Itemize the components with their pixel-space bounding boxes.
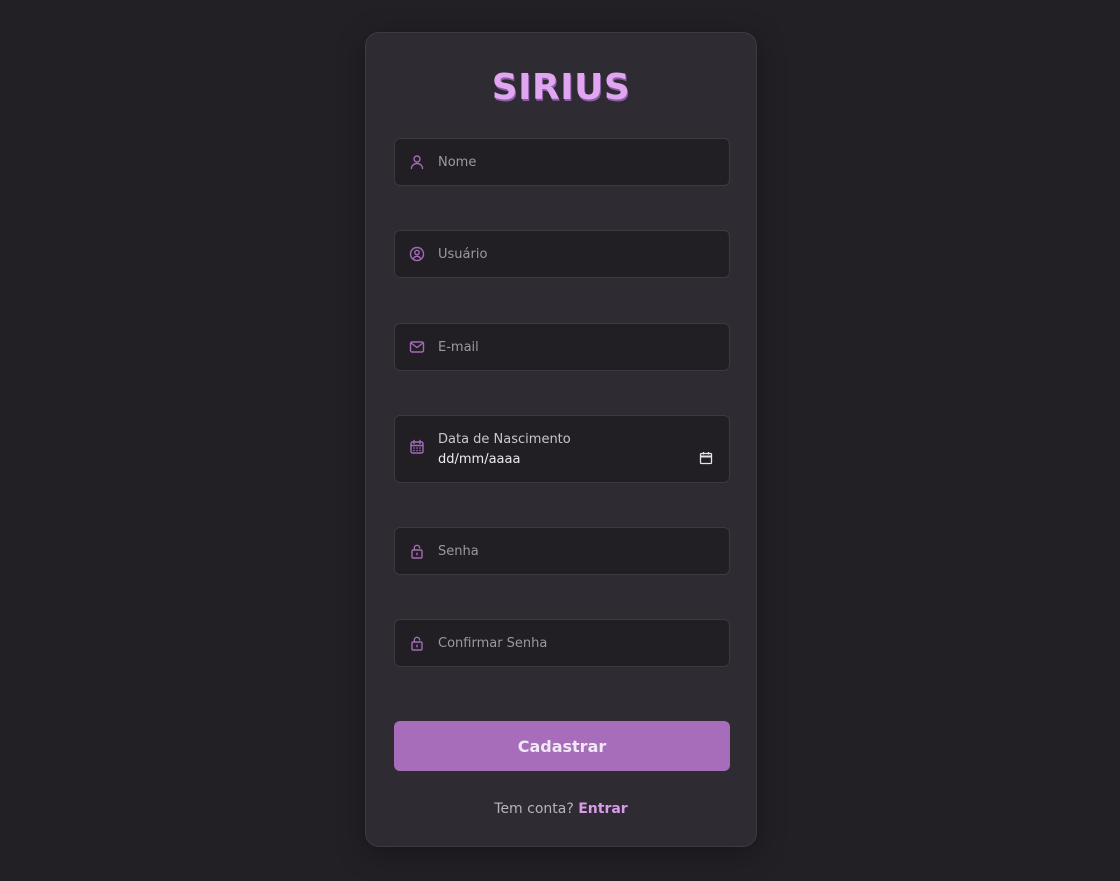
- signup-card: SIRIUS Nome Usuário E-mail Data de Nasci…: [365, 32, 757, 847]
- login-prompt: Tem conta? Entrar: [366, 801, 756, 817]
- lock-icon: [409, 543, 425, 559]
- calendar-icon: [409, 439, 425, 455]
- user-circle-icon: [409, 246, 425, 262]
- username-placeholder: Usuário: [438, 247, 488, 262]
- mail-icon: [409, 339, 425, 355]
- birthdate-label: Data de Nascimento: [438, 432, 571, 447]
- user-icon: [409, 154, 425, 170]
- username-field[interactable]: Usuário: [394, 230, 730, 278]
- login-prompt-text: Tem conta?: [494, 801, 574, 817]
- app-logo: SIRIUS: [491, 67, 631, 108]
- confirm-password-placeholder: Confirmar Senha: [438, 636, 548, 651]
- login-link[interactable]: Entrar: [578, 801, 627, 817]
- confirm-password-field[interactable]: Confirmar Senha: [394, 619, 730, 667]
- signup-button[interactable]: Cadastrar: [394, 721, 730, 771]
- email-field[interactable]: E-mail: [394, 323, 730, 371]
- password-field[interactable]: Senha: [394, 527, 730, 575]
- email-placeholder: E-mail: [438, 340, 479, 355]
- birthdate-field[interactable]: Data de Nascimento dd/mm/aaaa: [394, 415, 730, 483]
- calendar-picker-icon[interactable]: [699, 451, 713, 465]
- name-field[interactable]: Nome: [394, 138, 730, 186]
- lock-icon: [409, 635, 425, 651]
- name-placeholder: Nome: [438, 155, 477, 170]
- birthdate-input[interactable]: dd/mm/aaaa: [438, 452, 520, 467]
- password-placeholder: Senha: [438, 544, 479, 559]
